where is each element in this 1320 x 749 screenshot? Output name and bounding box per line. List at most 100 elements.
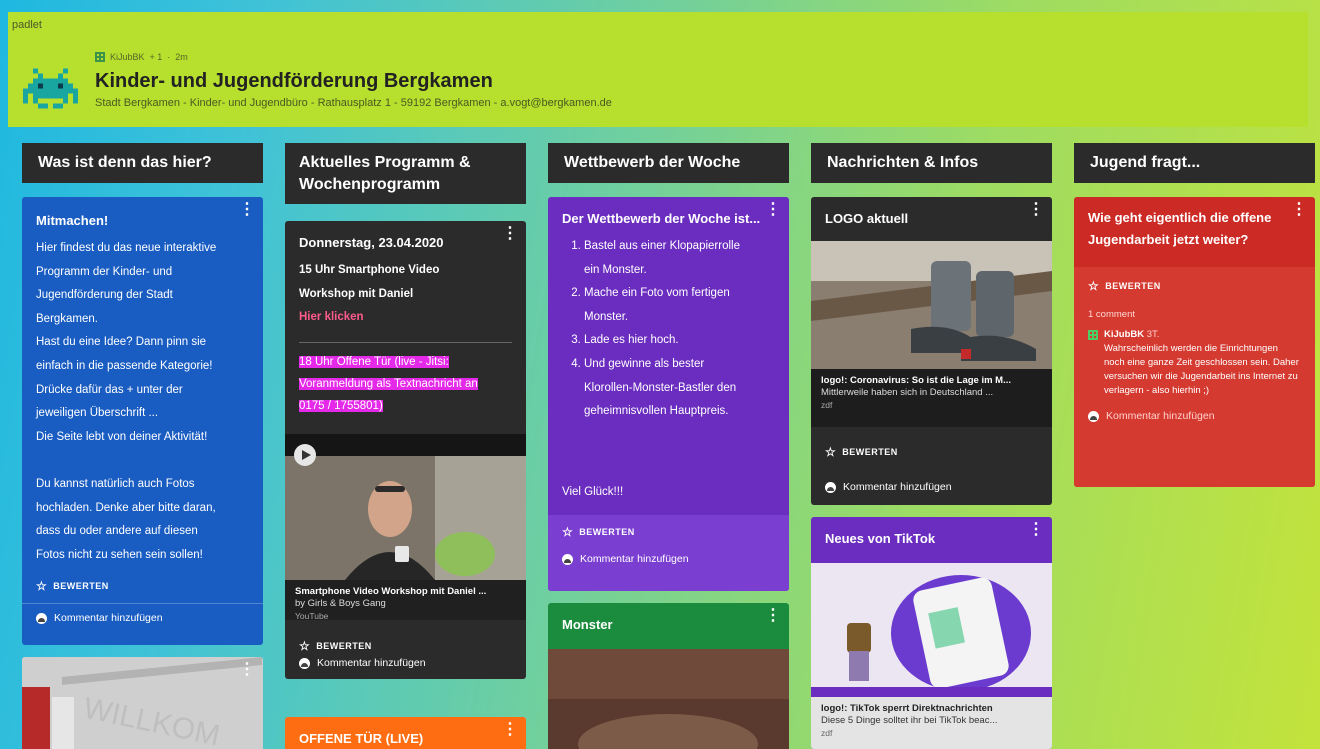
- comment-count: 1 comment: [1088, 309, 1135, 320]
- body-line: Programm der Kinder- und: [36, 265, 173, 278]
- column-was-ist-das: Was ist denn das hier? Mitmachen! Hier f…: [22, 143, 263, 749]
- post-card[interactable]: Mitmachen! Hier findest du das neue inte…: [22, 197, 263, 645]
- post-menu-icon[interactable]: [765, 205, 781, 215]
- post-menu-icon[interactable]: [1028, 525, 1044, 535]
- monster-photo: [548, 649, 789, 749]
- post-card[interactable]: Neues von TikTok logo!: TikTok sperrt Di…: [811, 517, 1052, 749]
- video-title: Smartphone Video Workshop mit Daniel ...: [295, 586, 487, 597]
- news-caption[interactable]: logo!: Coronavirus: So ist die Lage im M…: [811, 369, 1052, 427]
- rate-label: BEWERTEN: [1105, 281, 1161, 291]
- post-menu-icon[interactable]: [1291, 205, 1307, 215]
- page-subtitle: Stadt Bergkamen - Kinder- und Jugendbüro…: [95, 97, 612, 109]
- video-caption[interactable]: Smartphone Video Workshop mit Daniel ...…: [285, 580, 526, 621]
- padlet-board: padlet KiJubBK + 1 · 2m Kinder- und Juge…: [0, 0, 1320, 749]
- rate-button[interactable]: ☆ BEWERTEN: [1074, 267, 1315, 303]
- highlight-line: Voranmeldung als Textnachricht an: [299, 377, 478, 390]
- user-avatar-icon: [1088, 410, 1099, 422]
- meta-user[interactable]: KiJubBK: [110, 52, 145, 62]
- post-menu-icon[interactable]: [502, 725, 518, 735]
- rate-button[interactable]: ☆ BEWERTEN: [548, 515, 789, 549]
- meta-time: 2m: [175, 52, 188, 62]
- tiktok-illustration[interactable]: [811, 563, 1052, 687]
- news-source: zdf: [821, 728, 833, 738]
- column-title[interactable]: Nachrichten & Infos: [811, 143, 1052, 183]
- post-card[interactable]: Donnerstag, 23.04.2020 15 Uhr Smartphone…: [285, 221, 526, 679]
- add-comment-label: Kommentar hinzufügen: [580, 553, 689, 565]
- page-title: Kinder- und Jugendförderung Bergkamen: [95, 70, 493, 92]
- post-menu-icon[interactable]: [239, 205, 255, 215]
- body-line: einfach in die passende Kategorie!: [36, 359, 213, 372]
- post-card[interactable]: OFFENE TÜR (LIVE): [285, 717, 526, 749]
- post-card[interactable]: LOGO aktuell logo!: Coronavirus: So ist …: [811, 197, 1052, 505]
- comment-time: 3T.: [1146, 329, 1160, 340]
- photo-card[interactable]: WILLKOM: [22, 657, 263, 749]
- add-comment-button[interactable]: Kommentar hinzufügen: [548, 549, 789, 573]
- news-source: zdf: [821, 400, 833, 410]
- comment: KiJubBK 3T. Wahrscheinlich werden die Ei…: [1074, 324, 1315, 398]
- step-item: Bastel aus einer Klopapierrolleein Monst…: [584, 235, 789, 282]
- video-source: YouTube: [295, 611, 329, 621]
- star-icon: ☆: [825, 445, 837, 459]
- user-avatar-icon: [562, 553, 573, 565]
- column-title[interactable]: Jugend fragt...: [1074, 143, 1315, 183]
- rate-label: BEWERTEN: [579, 527, 635, 537]
- body-line: Jugendförderung der Stadt: [36, 289, 173, 302]
- column-title[interactable]: Was ist denn das hier?: [22, 143, 263, 183]
- star-icon: ☆: [1088, 279, 1100, 293]
- body-line: Bergkamen.: [36, 312, 99, 325]
- meta-likes: + 1: [149, 52, 163, 62]
- news-photo-feet[interactable]: [811, 241, 1052, 369]
- divider: [299, 341, 512, 343]
- post-title: Neues von TikTok: [825, 531, 936, 546]
- add-comment-button[interactable]: Kommentar hinzufügen: [22, 603, 263, 632]
- post-body: Hier findest du das neue interaktive Pro…: [22, 237, 263, 567]
- add-comment-label: Kommentar hinzufügen: [843, 481, 952, 493]
- video-thumbnail[interactable]: [285, 434, 526, 580]
- user-avatar-icon: [36, 612, 47, 624]
- post-menu-icon[interactable]: [239, 665, 255, 675]
- column-programm: Aktuelles Programm & Wochenprogramm Donn…: [285, 143, 526, 749]
- add-comment-button[interactable]: Kommentar hinzufügen: [285, 649, 526, 677]
- body-line: Fotos nicht zu sehen sein sollen!: [36, 548, 203, 561]
- rate-label: BEWERTEN: [53, 581, 109, 591]
- post-menu-icon[interactable]: [765, 611, 781, 621]
- post-menu-icon[interactable]: [1028, 205, 1044, 215]
- post-title: Wie geht eigentlich die offene Jugendarb…: [1088, 210, 1272, 247]
- add-comment-label: Kommentar hinzufügen: [1106, 410, 1215, 422]
- post-title: Mitmachen!: [36, 213, 109, 228]
- rate-button[interactable]: ☆ BEWERTEN: [811, 435, 1052, 469]
- post-card[interactable]: Wie geht eigentlich die offene Jugendarb…: [1074, 197, 1315, 487]
- post-card[interactable]: Der Wettbewerb der Woche ist... Bastel a…: [548, 197, 789, 591]
- body-line: Du kannst natürlich auch Fotos: [36, 477, 195, 490]
- column-nachrichten: Nachrichten & Infos LOGO aktuell logo!: …: [811, 143, 1052, 749]
- body-line: hochladen. Denke aber bitte daran,: [36, 501, 216, 514]
- padlet-logo[interactable]: padlet: [12, 19, 42, 31]
- highlight-line: 18 Uhr Offene Tür (live - Jitsi:: [299, 355, 449, 368]
- comment-author[interactable]: KiJubBK: [1104, 329, 1144, 340]
- news-caption[interactable]: logo!: TikTok sperrt Direktnachrichten D…: [811, 697, 1052, 749]
- rate-button[interactable]: ☆ BEWERTEN: [22, 569, 263, 603]
- column-wettbewerb: Wettbewerb der Woche Der Wettbewerb der …: [548, 143, 789, 749]
- board-header: padlet KiJubBK + 1 · 2m Kinder- und Juge…: [8, 12, 1308, 127]
- workshop-link[interactable]: Hier klicken: [299, 306, 512, 330]
- news-text: Diese 5 Dinge solltet ihr bei TikTok bea…: [821, 715, 998, 726]
- add-comment-button[interactable]: Kommentar hinzufügen: [811, 473, 1052, 501]
- play-icon[interactable]: [294, 444, 316, 466]
- news-title: logo!: TikTok sperrt Direktnachrichten: [821, 703, 993, 714]
- post-card[interactable]: Monster: [548, 603, 789, 749]
- column-title[interactable]: Aktuelles Programm & Wochenprogramm: [285, 143, 526, 204]
- post-title: OFFENE TÜR (LIVE): [299, 731, 424, 746]
- body-line: Workshop mit Daniel: [299, 287, 414, 300]
- step-item: Lade es hier hoch.: [584, 329, 789, 353]
- add-comment-button[interactable]: Kommentar hinzufügen: [1074, 398, 1315, 430]
- post-menu-icon[interactable]: [502, 229, 518, 239]
- body-line: 15 Uhr Smartphone Video: [299, 264, 440, 276]
- highlight-body: 18 Uhr Offene Tür (live - Jitsi: Voranme…: [285, 351, 526, 417]
- grid-avatar-icon: [1088, 330, 1098, 340]
- column-title[interactable]: Wettbewerb der Woche: [548, 143, 789, 183]
- step-item: Mache ein Foto vom fertigenMonster.: [584, 282, 789, 329]
- post-footer: ☆ BEWERTEN Kommentar hinzufügen: [548, 515, 789, 591]
- welcome-photo: WILLKOM: [22, 657, 263, 749]
- post-title: Der Wettbewerb der Woche ist...: [562, 211, 761, 226]
